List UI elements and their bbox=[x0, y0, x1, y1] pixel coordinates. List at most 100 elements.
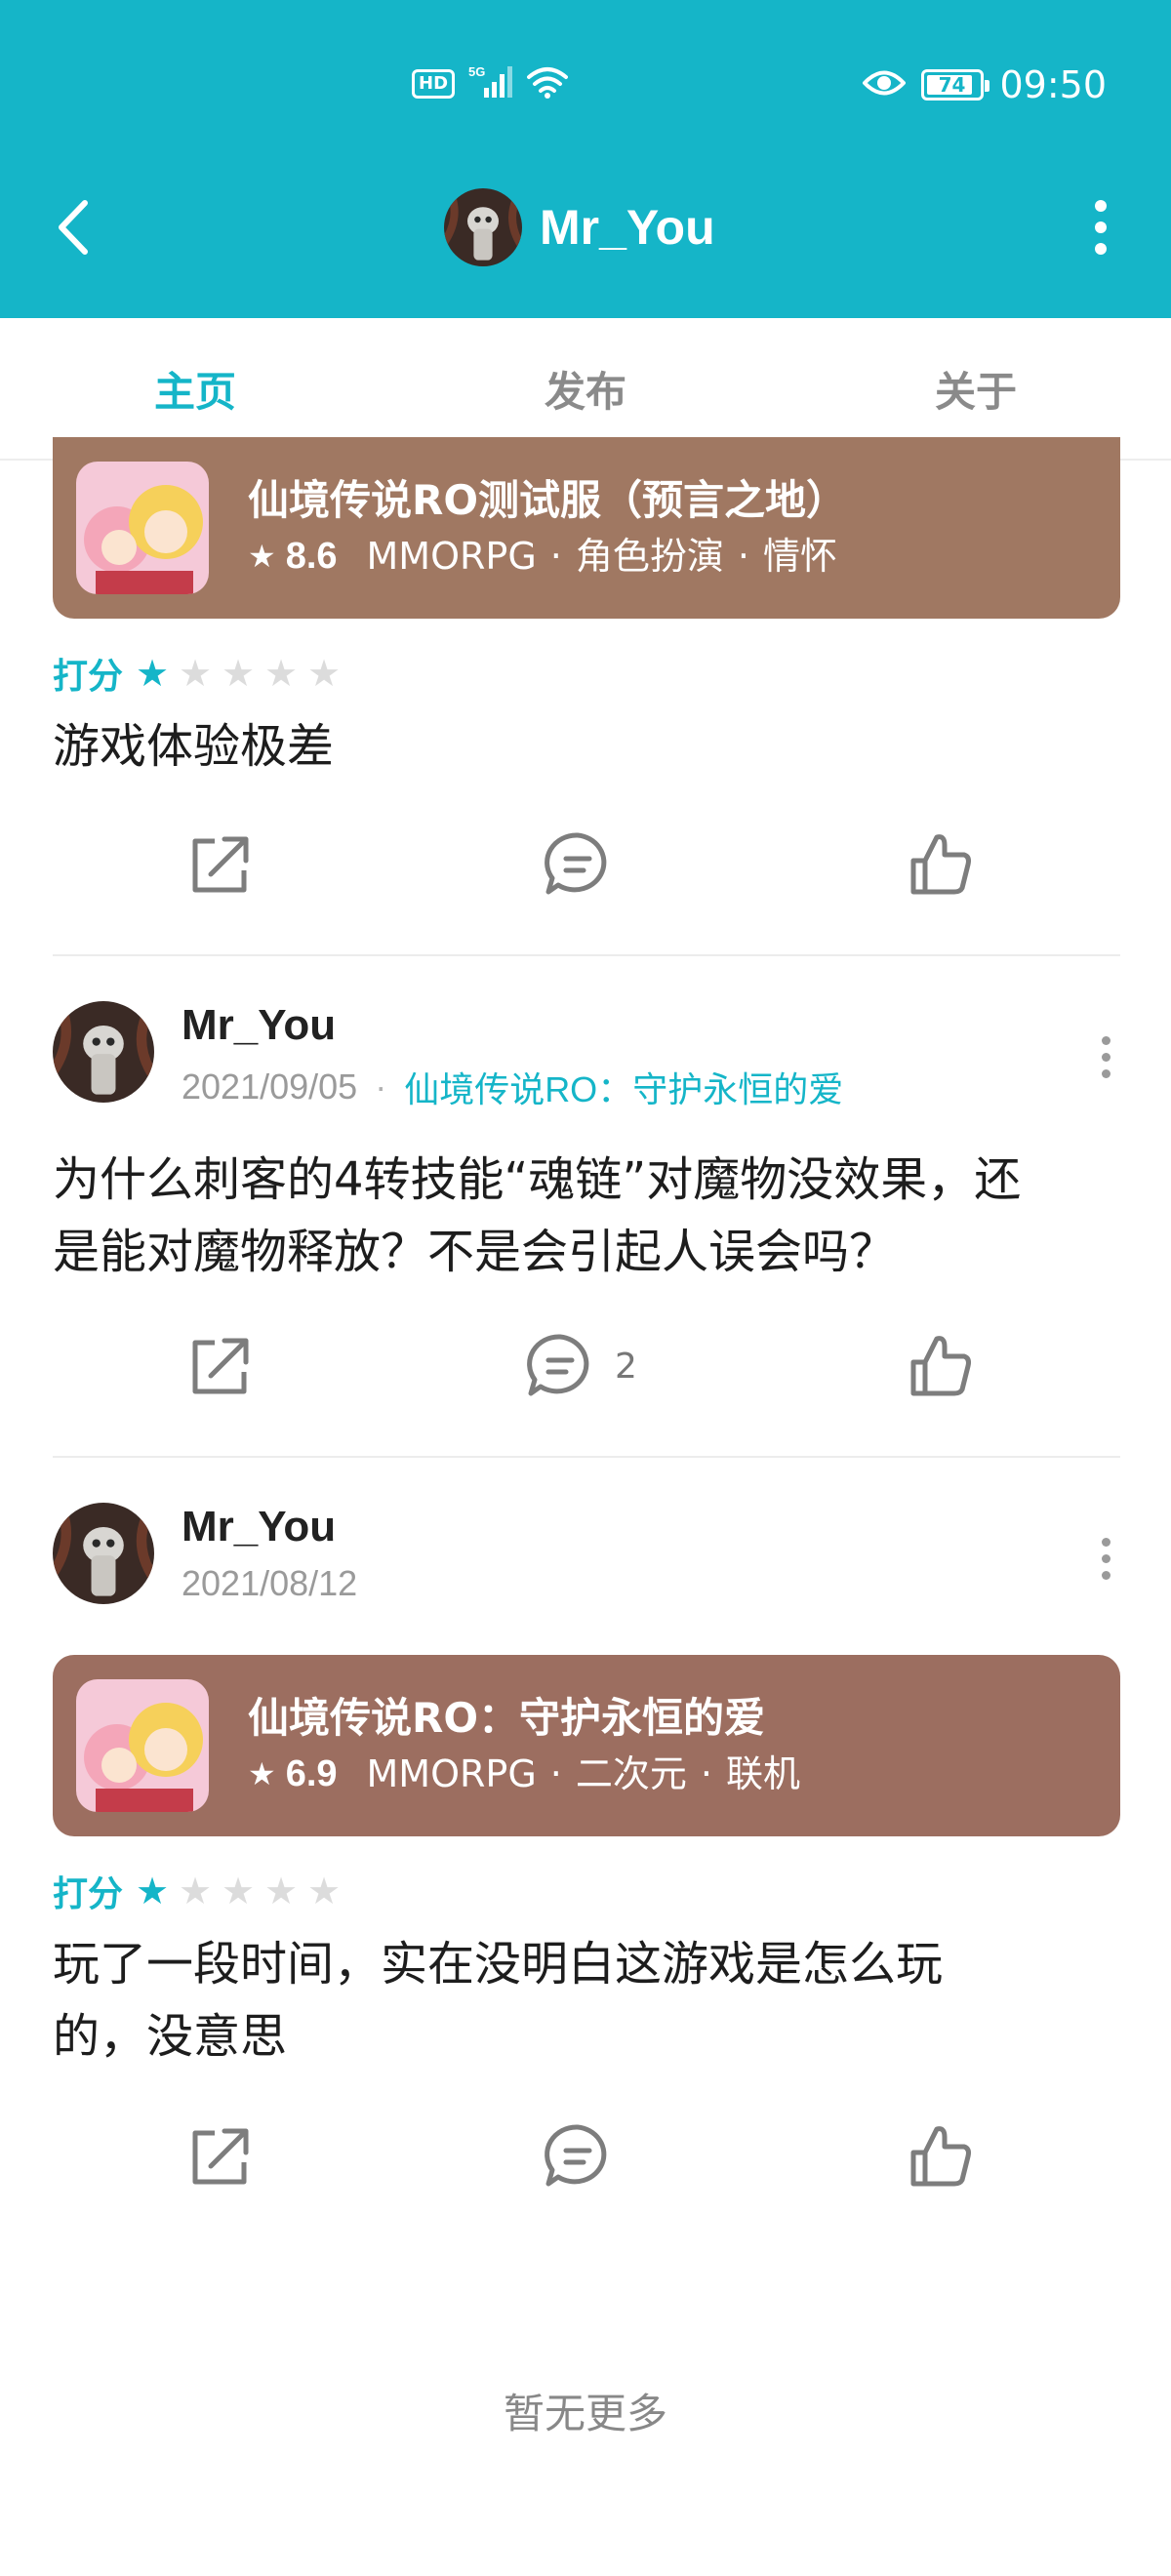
star-empty-icon: ★ bbox=[178, 1870, 213, 1912]
post-more-button[interactable] bbox=[1091, 1032, 1120, 1081]
hd-icon: HD bbox=[412, 69, 456, 99]
thumbs-up-icon bbox=[910, 1336, 971, 1396]
game-tag: 情怀 bbox=[762, 535, 837, 578]
post-text-line: 是能对魔物释放？不是会引起人误会吗？ bbox=[53, 1225, 897, 1279]
clock: 09:50 bbox=[999, 63, 1107, 106]
avatar[interactable] bbox=[444, 188, 522, 266]
like-button[interactable] bbox=[906, 825, 976, 904]
post-date: 2021/08/12 bbox=[182, 1563, 358, 1603]
game-icon bbox=[76, 1679, 209, 1812]
game-score: 6.9 bbox=[285, 1753, 338, 1794]
thumbs-up-icon bbox=[910, 2126, 971, 2187]
game-meta: ★ 6.9 MMORPG · 二次元 · 联机 bbox=[248, 1747, 800, 1801]
avatar[interactable] bbox=[53, 1001, 154, 1103]
more-icon bbox=[1101, 1035, 1110, 1045]
post-header: Mr_You 2021/09/05 · 仙境传说RO：守护永恒的爱 bbox=[53, 1001, 1120, 1109]
post-text: 游戏体验极差 bbox=[53, 719, 335, 774]
signal-icon: 5G bbox=[468, 64, 513, 103]
post-text: 为什么刺客的4转技能“魂链”对魔物没效果，还 是能对魔物释放？不是会引起人误会吗… bbox=[53, 1144, 1126, 1288]
divider bbox=[53, 954, 1120, 956]
tab-home[interactable]: 主页 bbox=[98, 359, 293, 419]
title-bar: Mr_You bbox=[0, 183, 1171, 271]
game-card[interactable]: 仙境传说RO：守护永恒的爱 ★ 6.9 MMORPG · 二次元 · 联机 bbox=[53, 1655, 1120, 1836]
tab-posts[interactable]: 发布 bbox=[488, 359, 683, 419]
post-actions bbox=[0, 2117, 1171, 2195]
divider bbox=[53, 1456, 1120, 1458]
game-card[interactable]: 仙境传说RO测试服（预言之地） ★ 8.6 MMORPG · 角色扮演 · 情怀 bbox=[53, 437, 1120, 619]
comment-icon bbox=[545, 832, 607, 895]
star-empty-icon: ★ bbox=[221, 652, 256, 695]
chevron-left-icon bbox=[59, 200, 88, 255]
post-header: Mr_You 2021/08/12 bbox=[53, 1503, 1120, 1610]
like-button[interactable] bbox=[906, 2117, 976, 2195]
status-right: 74 09:50 bbox=[862, 60, 1107, 109]
post-actions bbox=[0, 825, 1171, 904]
share-icon bbox=[192, 2128, 249, 2185]
post-text-line: 玩了一段时间，实在没明白这游戏是怎么玩 bbox=[53, 1937, 944, 1992]
rating-label: 打分 bbox=[53, 657, 124, 697]
end-of-list-text: 暂无更多 bbox=[503, 2390, 667, 2437]
post-meta: 2021/08/12 bbox=[182, 1563, 357, 1604]
author-name[interactable]: Mr_You bbox=[182, 1503, 336, 1551]
game-link[interactable]: 仙境传说RO：守护永恒的爱 bbox=[404, 1062, 843, 1112]
post-meta: 2021/09/05 · 仙境传说RO：守护永恒的爱 bbox=[182, 1062, 843, 1112]
author-name[interactable]: Mr_You bbox=[182, 1001, 336, 1050]
post-text-line: 为什么刺客的4转技能“魂链”对魔物没效果，还 bbox=[53, 1152, 1022, 1207]
comment-button[interactable] bbox=[543, 825, 613, 904]
star-icon: ★ bbox=[248, 1755, 276, 1792]
rating-label: 打分 bbox=[53, 1874, 124, 1914]
page-title: Mr_You bbox=[540, 200, 715, 255]
battery-level: 74 bbox=[938, 73, 966, 97]
star-empty-icon: ★ bbox=[306, 652, 342, 695]
post-more-button[interactable] bbox=[1091, 1534, 1120, 1583]
more-icon bbox=[1095, 200, 1107, 212]
star-filled-icon: ★ bbox=[135, 652, 170, 695]
thumbs-up-icon bbox=[910, 834, 971, 895]
share-button[interactable] bbox=[185, 1327, 256, 1405]
share-button[interactable] bbox=[185, 2117, 256, 2195]
app-header: HD 5G 74 09:50 Mr_You bbox=[0, 0, 1171, 318]
share-icon bbox=[192, 1338, 249, 1394]
game-tag: MMORPG bbox=[366, 1752, 537, 1795]
more-icon bbox=[1101, 1537, 1110, 1547]
wifi-icon bbox=[527, 65, 569, 102]
star-empty-icon: ★ bbox=[306, 1870, 342, 1912]
post-date: 2021/09/05 bbox=[182, 1067, 358, 1107]
status-indicators: HD 5G bbox=[412, 64, 569, 103]
rating: 打分 ★ ★ ★ ★ ★ bbox=[53, 648, 345, 699]
game-tag: 二次元 bbox=[575, 1752, 687, 1795]
game-title: 仙境传说RO：守护永恒的爱 bbox=[248, 1694, 766, 1742]
star-icon: ★ bbox=[248, 538, 276, 575]
game-title: 仙境传说RO测试服（预言之地） bbox=[248, 476, 848, 524]
comment-button[interactable]: 2 bbox=[525, 1327, 637, 1405]
avatar[interactable] bbox=[53, 1503, 154, 1604]
post-text: 玩了一段时间，实在没明白这游戏是怎么玩 的，没意思 bbox=[53, 1928, 1126, 2073]
like-button[interactable] bbox=[906, 1327, 976, 1405]
comment-icon bbox=[545, 2124, 607, 2187]
star-empty-icon: ★ bbox=[263, 652, 299, 695]
game-tag: MMORPG bbox=[366, 535, 537, 578]
eye-icon bbox=[862, 68, 908, 101]
comment-count: 2 bbox=[615, 1346, 637, 1387]
network-label: 5G bbox=[468, 64, 485, 79]
star-empty-icon: ★ bbox=[221, 1870, 256, 1912]
game-icon bbox=[76, 462, 209, 594]
post-text-line: 的，没意思 bbox=[53, 2009, 288, 2064]
comment-button[interactable] bbox=[543, 2117, 613, 2195]
game-tag: 联机 bbox=[725, 1752, 800, 1795]
share-button[interactable] bbox=[185, 825, 256, 904]
star-filled-icon: ★ bbox=[135, 1870, 170, 1912]
game-score: 8.6 bbox=[285, 536, 338, 577]
rating: 打分 ★ ★ ★ ★ ★ bbox=[53, 1866, 345, 1916]
tab-about[interactable]: 关于 bbox=[878, 359, 1073, 419]
back-button[interactable] bbox=[41, 195, 105, 260]
game-tag: 角色扮演 bbox=[575, 535, 724, 578]
comment-icon bbox=[527, 1334, 589, 1396]
more-options-button[interactable] bbox=[1071, 195, 1130, 260]
star-empty-icon: ★ bbox=[178, 652, 213, 695]
post-actions: 2 bbox=[0, 1327, 1171, 1405]
star-empty-icon: ★ bbox=[263, 1870, 299, 1912]
battery-icon: 74 bbox=[921, 69, 990, 101]
share-icon bbox=[192, 836, 249, 893]
game-meta: ★ 8.6 MMORPG · 角色扮演 · 情怀 bbox=[248, 529, 847, 584]
